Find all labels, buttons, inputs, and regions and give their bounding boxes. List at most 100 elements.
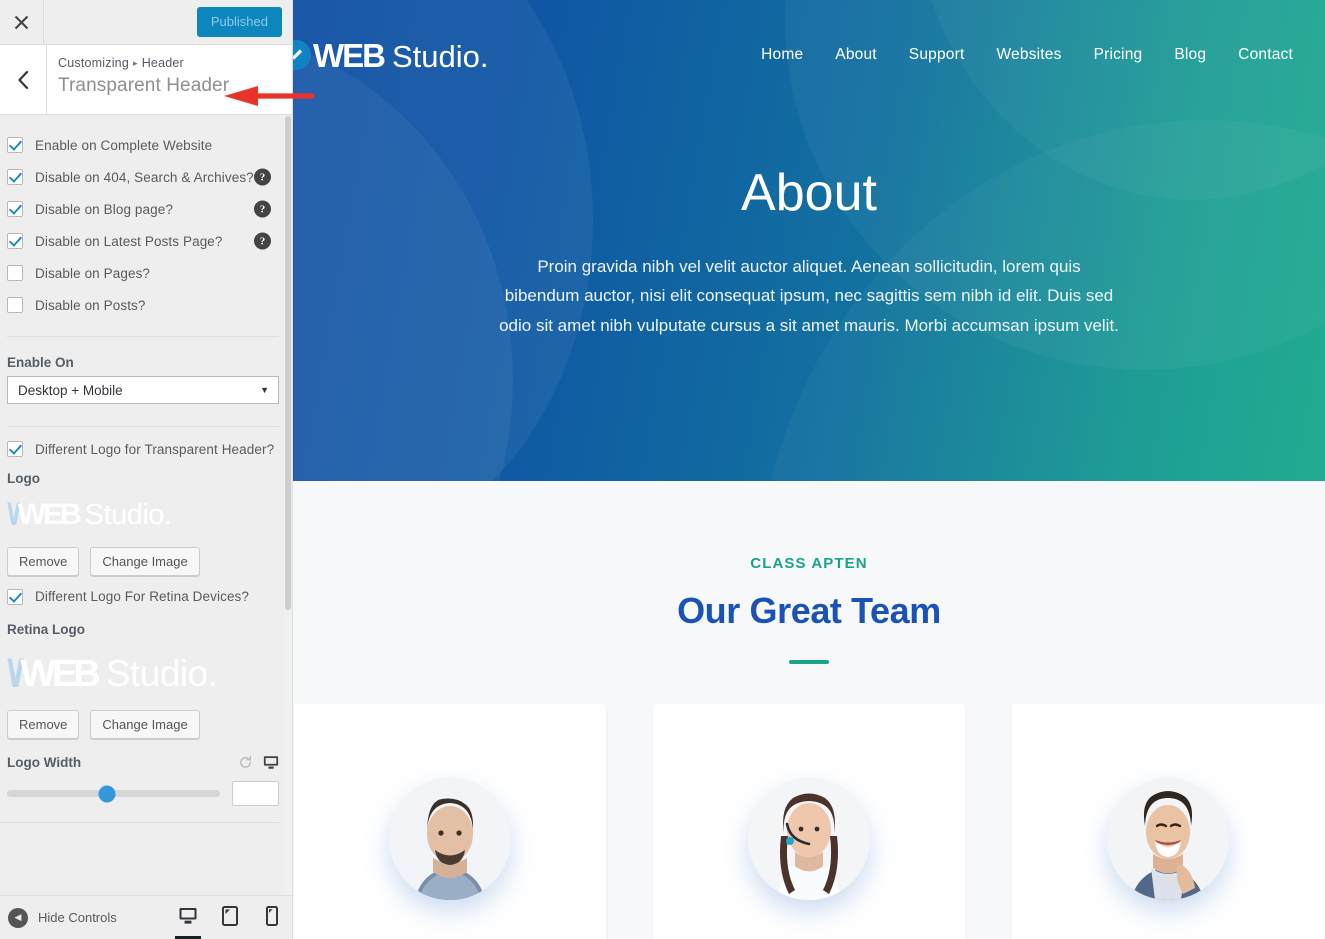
logo-light-text: Studio.: [84, 499, 172, 531]
site-preview[interactable]: WEB Studio. Home About Support Websites …: [293, 0, 1325, 939]
site-navigation: Home About Support Websites Pricing Blog…: [761, 46, 1293, 64]
checkbox-disable-latest-posts[interactable]: [7, 233, 23, 249]
checkbox-label: Enable on Complete Website: [35, 137, 213, 153]
woman-headset-avatar: [748, 778, 870, 900]
retina-logo-preview: \/WEB Studio.: [0, 643, 292, 701]
help-icon[interactable]: ?: [254, 232, 271, 250]
hero-content: About Proin gravida nibh vel velit aucto…: [293, 110, 1325, 340]
divider: [0, 822, 279, 824]
checkbox-disable-blog[interactable]: [7, 201, 23, 217]
desktop-icon[interactable]: [263, 755, 279, 770]
chevron-left-circle-icon: ◀: [8, 907, 28, 928]
team-section: CLASS APTEN Our Great Team: [293, 481, 1325, 939]
breadcrumb-parent: Header: [141, 56, 184, 70]
team-card[interactable]: [294, 704, 606, 939]
checkbox-row-disable-latest-posts[interactable]: Disable on Latest Posts Page? ?: [0, 225, 292, 257]
logo-width-header: Logo Width: [0, 745, 292, 770]
sidebar-scrollbar[interactable]: [284, 116, 292, 896]
team-divider: [789, 660, 829, 664]
breadcrumb: Customizing ▸ Header: [58, 56, 229, 70]
remove-logo-button[interactable]: Remove: [7, 546, 80, 576]
young-man-denim-avatar: [1107, 778, 1229, 900]
checkbox-row-disable-404[interactable]: Disable on 404, Search & Archives? ?: [0, 161, 292, 193]
brand-light: Studio.: [392, 38, 489, 74]
checkbox-retina-logo[interactable]: [7, 588, 23, 605]
screen-root: Published Customizing ▸ Header Transparent…: [0, 0, 1325, 939]
team-title: Our Great Team: [677, 590, 941, 631]
enable-on-value: Desktop + Mobile: [18, 382, 123, 398]
checkbox-label: Disable on Blog page?: [35, 201, 173, 217]
change-logo-image-button[interactable]: Change Image: [90, 546, 200, 576]
checkbox-row-retina-logo[interactable]: Different Logo For Retina Devices?: [0, 582, 292, 614]
checkbox-row-disable-pages[interactable]: Disable on Pages?: [0, 257, 292, 289]
nav-item-blog[interactable]: Blog: [1174, 46, 1206, 64]
site-logo[interactable]: WEB Studio.: [293, 36, 489, 74]
help-icon[interactable]: ?: [254, 168, 271, 186]
device-mobile-button[interactable]: [251, 896, 292, 939]
device-desktop-button[interactable]: [167, 896, 209, 939]
slider-thumb[interactable]: [98, 785, 116, 803]
logo-width-slider-row: [0, 770, 292, 807]
checkbox-disable-posts[interactable]: [7, 297, 23, 313]
team-card[interactable]: [653, 704, 965, 939]
checkbox-label: Disable on Latest Posts Page?: [35, 233, 223, 249]
logo-width-slider[interactable]: [7, 785, 220, 803]
nav-item-home[interactable]: Home: [761, 46, 803, 64]
checkbox-row-enable-complete-website[interactable]: Enable on Complete Website: [0, 129, 292, 161]
checkbox-different-logo[interactable]: [7, 441, 23, 457]
checkbox-disable-pages[interactable]: [7, 265, 23, 281]
hero-title: About: [741, 164, 877, 222]
breadcrumb-root: Customizing: [58, 56, 129, 70]
retina-logo-light-text: Studio.: [105, 652, 218, 694]
logo-width-input[interactable]: [232, 781, 279, 807]
publish-button[interactable]: Published: [196, 7, 282, 37]
back-button[interactable]: [0, 45, 47, 114]
nav-item-websites[interactable]: Websites: [997, 46, 1062, 64]
logo-buttons: Remove Change Image: [0, 537, 292, 582]
left-arrow-annotation: [222, 85, 314, 112]
nav-item-pricing[interactable]: Pricing: [1094, 46, 1143, 64]
customizer-footer: ◀ Hide Controls: [0, 895, 292, 939]
team-card[interactable]: [1012, 704, 1324, 939]
checkbox-row-different-logo[interactable]: Different Logo for Transparent Header?: [0, 427, 292, 463]
panel-titles: Customizing ▸ Header Transparent Header: [58, 56, 229, 97]
remove-retina-logo-button[interactable]: Remove: [7, 710, 80, 740]
checkbox-row-disable-blog[interactable]: Disable on Blog page? ?: [0, 193, 292, 225]
nav-item-contact[interactable]: Contact: [1238, 46, 1293, 64]
hero-section: WEB Studio. Home About Support Websites …: [293, 0, 1325, 481]
device-tablet-button[interactable]: [209, 896, 251, 939]
hero-paragraph: Proin gravida nibh vel velit auctor aliq…: [499, 257, 1119, 335]
retina-logo-buttons: Remove Change Image: [0, 700, 292, 745]
breadcrumb-separator-icon: ▸: [132, 58, 138, 68]
customizer-sidebar: Published Customizing ▸ Header Transparent…: [0, 0, 293, 939]
close-icon[interactable]: [0, 0, 44, 44]
checkbox-disable-404[interactable]: [7, 169, 23, 185]
retina-logo-bold-text: WEB: [20, 652, 101, 695]
site-header: WEB Studio. Home About Support Websites …: [293, 0, 1325, 110]
customizer-topbar: Published: [0, 0, 292, 45]
team-card-list: [293, 704, 1325, 939]
team-eyebrow: CLASS APTEN: [750, 555, 868, 572]
enable-on-select[interactable]: Desktop + Mobile ▼: [7, 376, 279, 404]
retina-logo-image: \/WEB Studio.: [7, 652, 218, 695]
checkbox-label: Disable on 404, Search & Archives?: [35, 169, 254, 185]
change-retina-logo-image-button[interactable]: Change Image: [90, 710, 200, 740]
logo-bold-text: WEB: [17, 498, 82, 531]
checkbox-label: Different Logo for Transparent Header?: [35, 441, 275, 457]
checkbox-enable-complete-website[interactable]: [7, 137, 23, 153]
checkbox-row-disable-posts[interactable]: Disable on Posts?: [0, 289, 292, 321]
hide-controls-button[interactable]: ◀ Hide Controls: [0, 907, 117, 928]
device-switcher: [167, 896, 292, 939]
scrollbar-thumb[interactable]: [285, 116, 291, 610]
nav-item-about[interactable]: About: [835, 46, 877, 64]
brand-bold: WEB: [313, 36, 386, 74]
chevron-down-icon: ▼: [260, 385, 269, 395]
hide-controls-label: Hide Controls: [38, 910, 117, 925]
enable-on-label: Enable On: [7, 355, 74, 370]
pencil-badge-icon: [293, 40, 311, 70]
logo-image: \/WEB Studio.: [7, 498, 172, 531]
help-icon[interactable]: ?: [254, 200, 271, 218]
reset-icon[interactable]: [238, 755, 253, 770]
checkbox-label: Different Logo For Retina Devices?: [35, 589, 250, 604]
nav-item-support[interactable]: Support: [909, 46, 965, 64]
